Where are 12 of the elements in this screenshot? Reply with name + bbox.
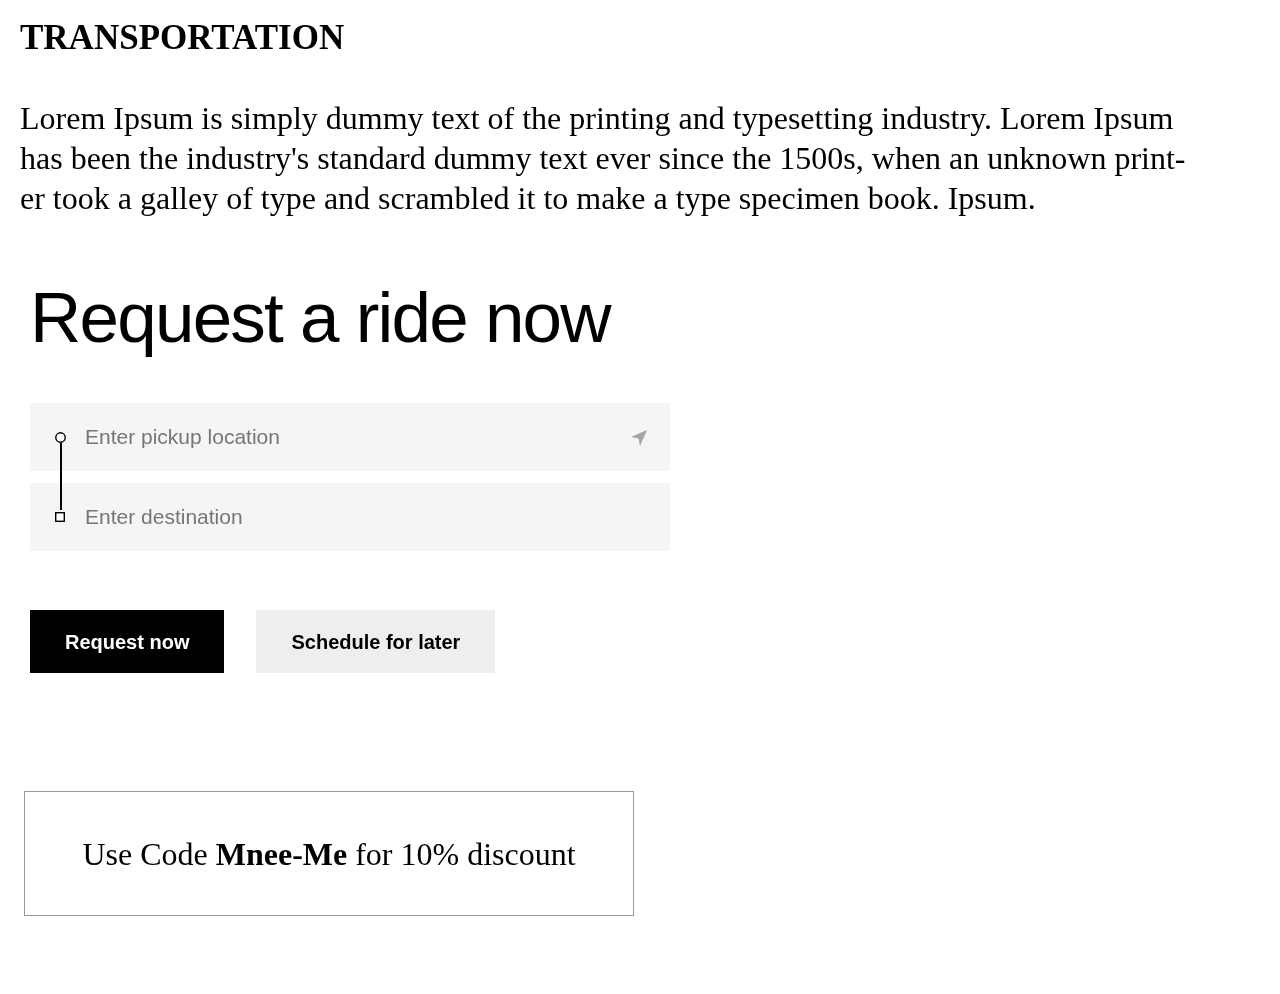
ride-request-title: Request a ride now bbox=[30, 278, 610, 358]
schedule-button[interactable]: Schedule for later bbox=[256, 610, 496, 673]
request-now-button[interactable]: Request now bbox=[30, 610, 225, 673]
intro-paragraph: Lorem Ipsum is simply dummy text of the printing and typesetting industry. Lorem Ipsum has been the industry's standard dummy text ever since the 1500s, when an unknown print- er took a galley of type and scrambled it to make a type specimen book. Ipsum. bbox=[20, 99, 1186, 218]
section-heading: TRANSPORTATION bbox=[20, 18, 345, 58]
pickup-circle-icon bbox=[55, 432, 66, 443]
route-connector-line bbox=[60, 443, 62, 510]
pickup-location-field[interactable]: Enter pickup location bbox=[30, 403, 670, 471]
promo-code-text: Use Code Mnee-Me for 10% discount bbox=[82, 834, 576, 874]
destination-square-icon bbox=[55, 512, 65, 522]
location-arrow-icon[interactable] bbox=[630, 429, 648, 447]
destination-location-field[interactable]: Enter destination bbox=[30, 483, 670, 551]
